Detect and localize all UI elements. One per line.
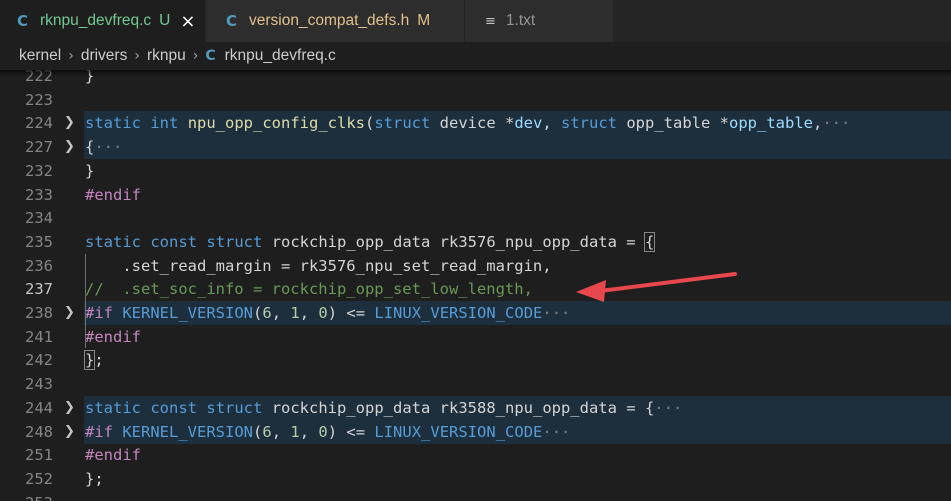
annotation-arrow-head xyxy=(576,280,606,302)
annotation-arrow-shaft xyxy=(598,272,737,293)
annotation-arrow xyxy=(576,272,737,302)
